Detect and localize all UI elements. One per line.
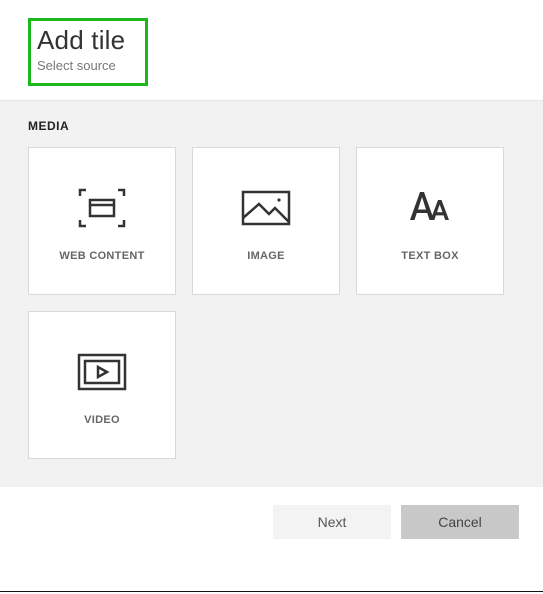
tile-text-box[interactable]: TEXT BOX (356, 147, 504, 295)
panel-header: Add tile Select source (0, 0, 543, 100)
panel-title: Add tile (37, 25, 131, 56)
tile-image[interactable]: IMAGE (192, 147, 340, 295)
image-icon (239, 180, 293, 236)
content-area: MEDIA WEB CONTENT (0, 100, 543, 487)
tile-label: TEXT BOX (401, 250, 458, 262)
tile-label: VIDEO (84, 414, 120, 426)
tile-web-content[interactable]: WEB CONTENT (28, 147, 176, 295)
section-label-media: MEDIA (28, 119, 515, 133)
bottom-divider (0, 591, 543, 592)
tile-label: WEB CONTENT (59, 250, 144, 262)
web-content-icon (74, 180, 130, 236)
next-button[interactable]: Next (273, 505, 391, 539)
panel-subtitle: Select source (37, 58, 131, 73)
header-highlight-box: Add tile Select source (28, 18, 148, 86)
tile-grid: WEB CONTENT IMAGE (28, 147, 515, 459)
text-box-icon (402, 180, 458, 236)
tile-label: IMAGE (247, 250, 285, 262)
cancel-button[interactable]: Cancel (401, 505, 519, 539)
footer-actions: Next Cancel (0, 487, 543, 557)
tile-video[interactable]: VIDEO (28, 311, 176, 459)
video-icon (75, 344, 129, 400)
